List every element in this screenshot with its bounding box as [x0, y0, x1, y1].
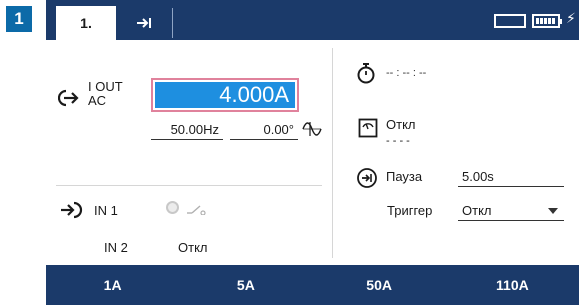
contact-switch-icon [187, 205, 206, 215]
output-label: I OUT AC [88, 80, 123, 108]
phase-field[interactable]: 0.00° [230, 122, 298, 140]
vertical-divider [332, 48, 333, 258]
output-value: 4.000A [155, 82, 295, 108]
sine-wave-icon [302, 122, 322, 136]
battery-icon [532, 14, 562, 28]
trigger-value: Откл [462, 203, 492, 218]
input-icon [61, 201, 83, 219]
preset-110a-button[interactable]: 110A [446, 265, 579, 305]
display-indicator-icon [494, 14, 526, 28]
frequency-field[interactable]: 50.00Hz [151, 122, 223, 140]
in1-state-indicator [166, 201, 179, 214]
pause-label: Пауза [386, 169, 423, 184]
pause-value-field[interactable]: 5.00s [458, 169, 564, 187]
preset-50a-button[interactable]: 50A [313, 265, 446, 305]
top-bar: 1. ⚡ [46, 0, 579, 40]
horizontal-divider [56, 185, 322, 186]
preset-1a-button[interactable]: 1A [46, 265, 179, 305]
mode-label[interactable]: Откл [386, 117, 416, 132]
preset-bar: 1A 5A 50A 110A [46, 265, 579, 305]
tab-1[interactable]: 1. [56, 6, 116, 40]
main-panel: I OUT AC 4.000A 50.00Hz 0.00° IN 1 IN 2 … [46, 40, 579, 265]
in2-label: IN 2 [104, 240, 128, 255]
stopwatch-icon [357, 63, 375, 84]
trigger-label: Триггер [387, 203, 433, 218]
chevron-down-icon [548, 208, 558, 214]
tab-arrow-icon [137, 18, 151, 28]
charging-icon: ⚡ [566, 10, 576, 26]
in2-value[interactable]: Откл [178, 240, 208, 255]
tab-divider [172, 8, 173, 38]
pause-icon [357, 168, 377, 188]
measurement-mode-icon [358, 118, 378, 138]
output-label-line2: AC [88, 93, 107, 108]
output-value-field[interactable]: 4.000A [151, 78, 299, 112]
channel-badge: 1 [6, 6, 32, 32]
output-icon [58, 89, 79, 107]
preset-5a-button[interactable]: 5A [179, 265, 312, 305]
tab-next[interactable] [116, 6, 172, 40]
device-screen: 1. ⚡ I OUT AC 4.000A 50.00Hz 0.00° IN 1 … [46, 0, 579, 305]
mode-sublabel: - - - - [386, 135, 410, 147]
output-label-line1: I OUT [88, 79, 123, 94]
in1-label: IN 1 [94, 203, 118, 218]
timer-value: -- : -- : -- [386, 67, 427, 79]
